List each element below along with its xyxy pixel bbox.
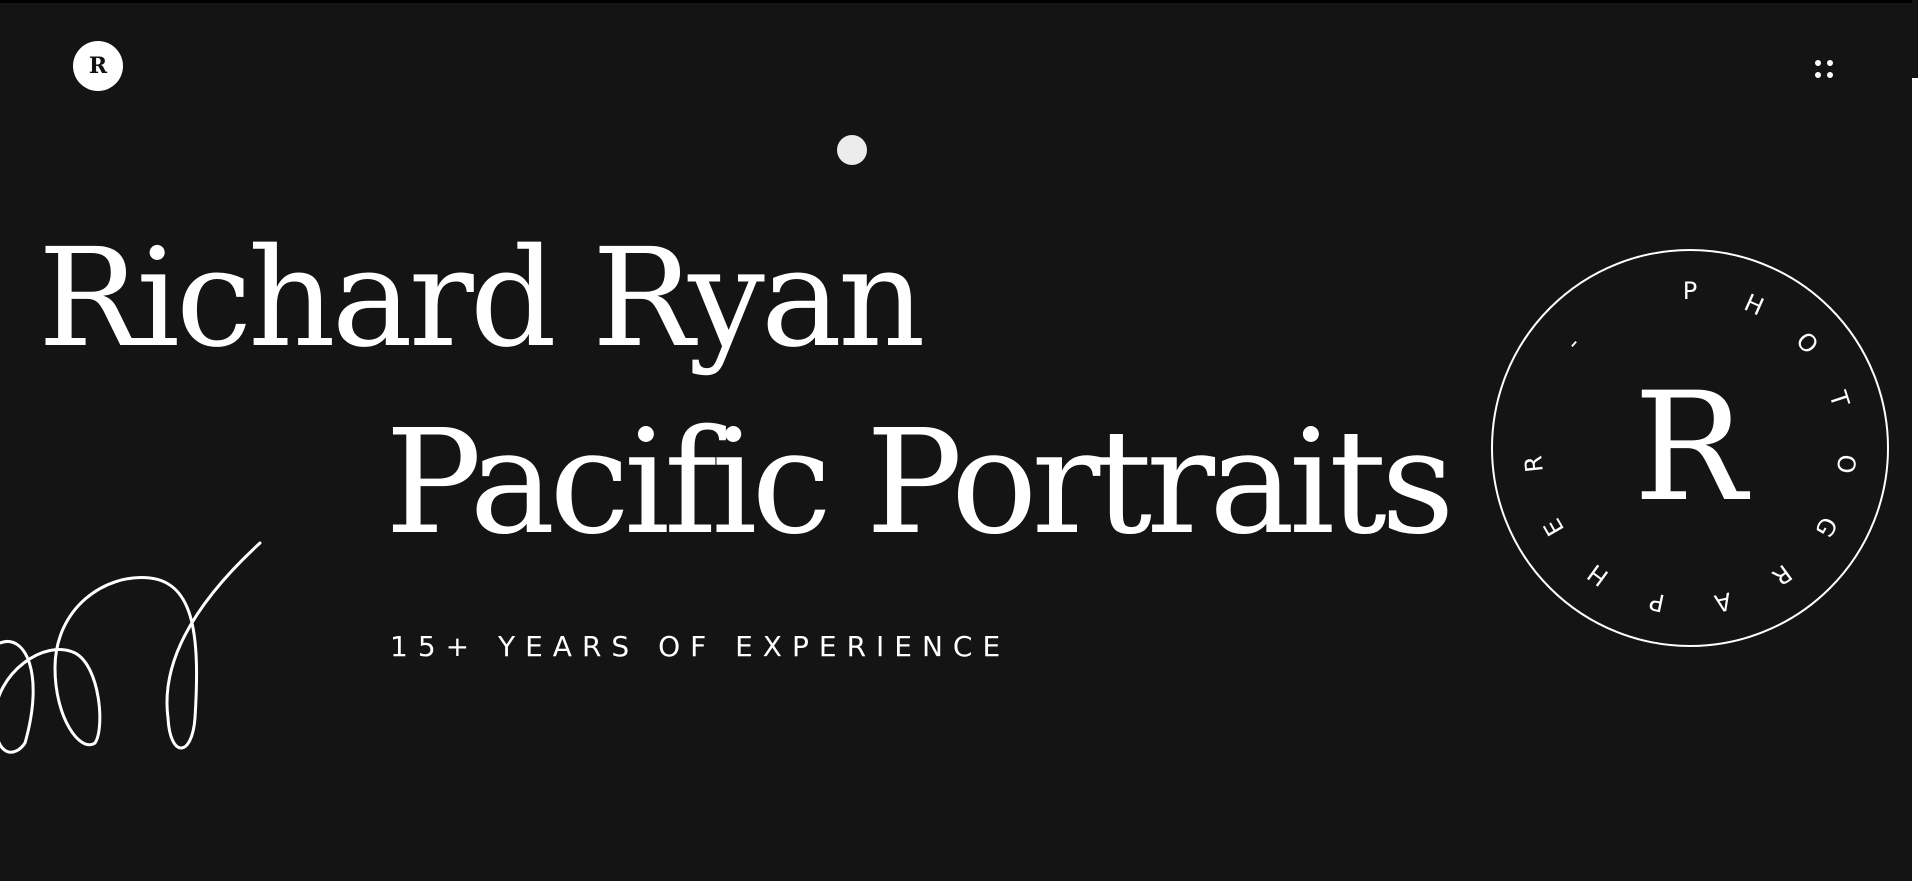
scrollbar[interactable] [1912, 0, 1918, 881]
stamp-letter: R [1633, 361, 1747, 535]
scribble-line-icon [0, 541, 262, 754]
scrollbar-thumb[interactable] [1912, 0, 1918, 78]
hero-section: R Richard Ryan Pacific Portraits 15+ YEA… [0, 0, 1912, 881]
logo-button[interactable]: R [73, 41, 123, 91]
cursor-dot [837, 135, 867, 165]
hero-title-studio: Pacific Portraits [385, 398, 1455, 566]
photographer-stamp: PHOTOGRAPHER - R [1490, 248, 1890, 648]
logo-letter: R [88, 53, 108, 79]
menu-button[interactable] [1810, 55, 1840, 85]
hero-subtitle: 15+ YEARS OF EXPERIENCE [390, 630, 1011, 663]
grid-dots-icon [1815, 60, 1833, 78]
hero-title-name: Richard Ryan [38, 220, 926, 378]
